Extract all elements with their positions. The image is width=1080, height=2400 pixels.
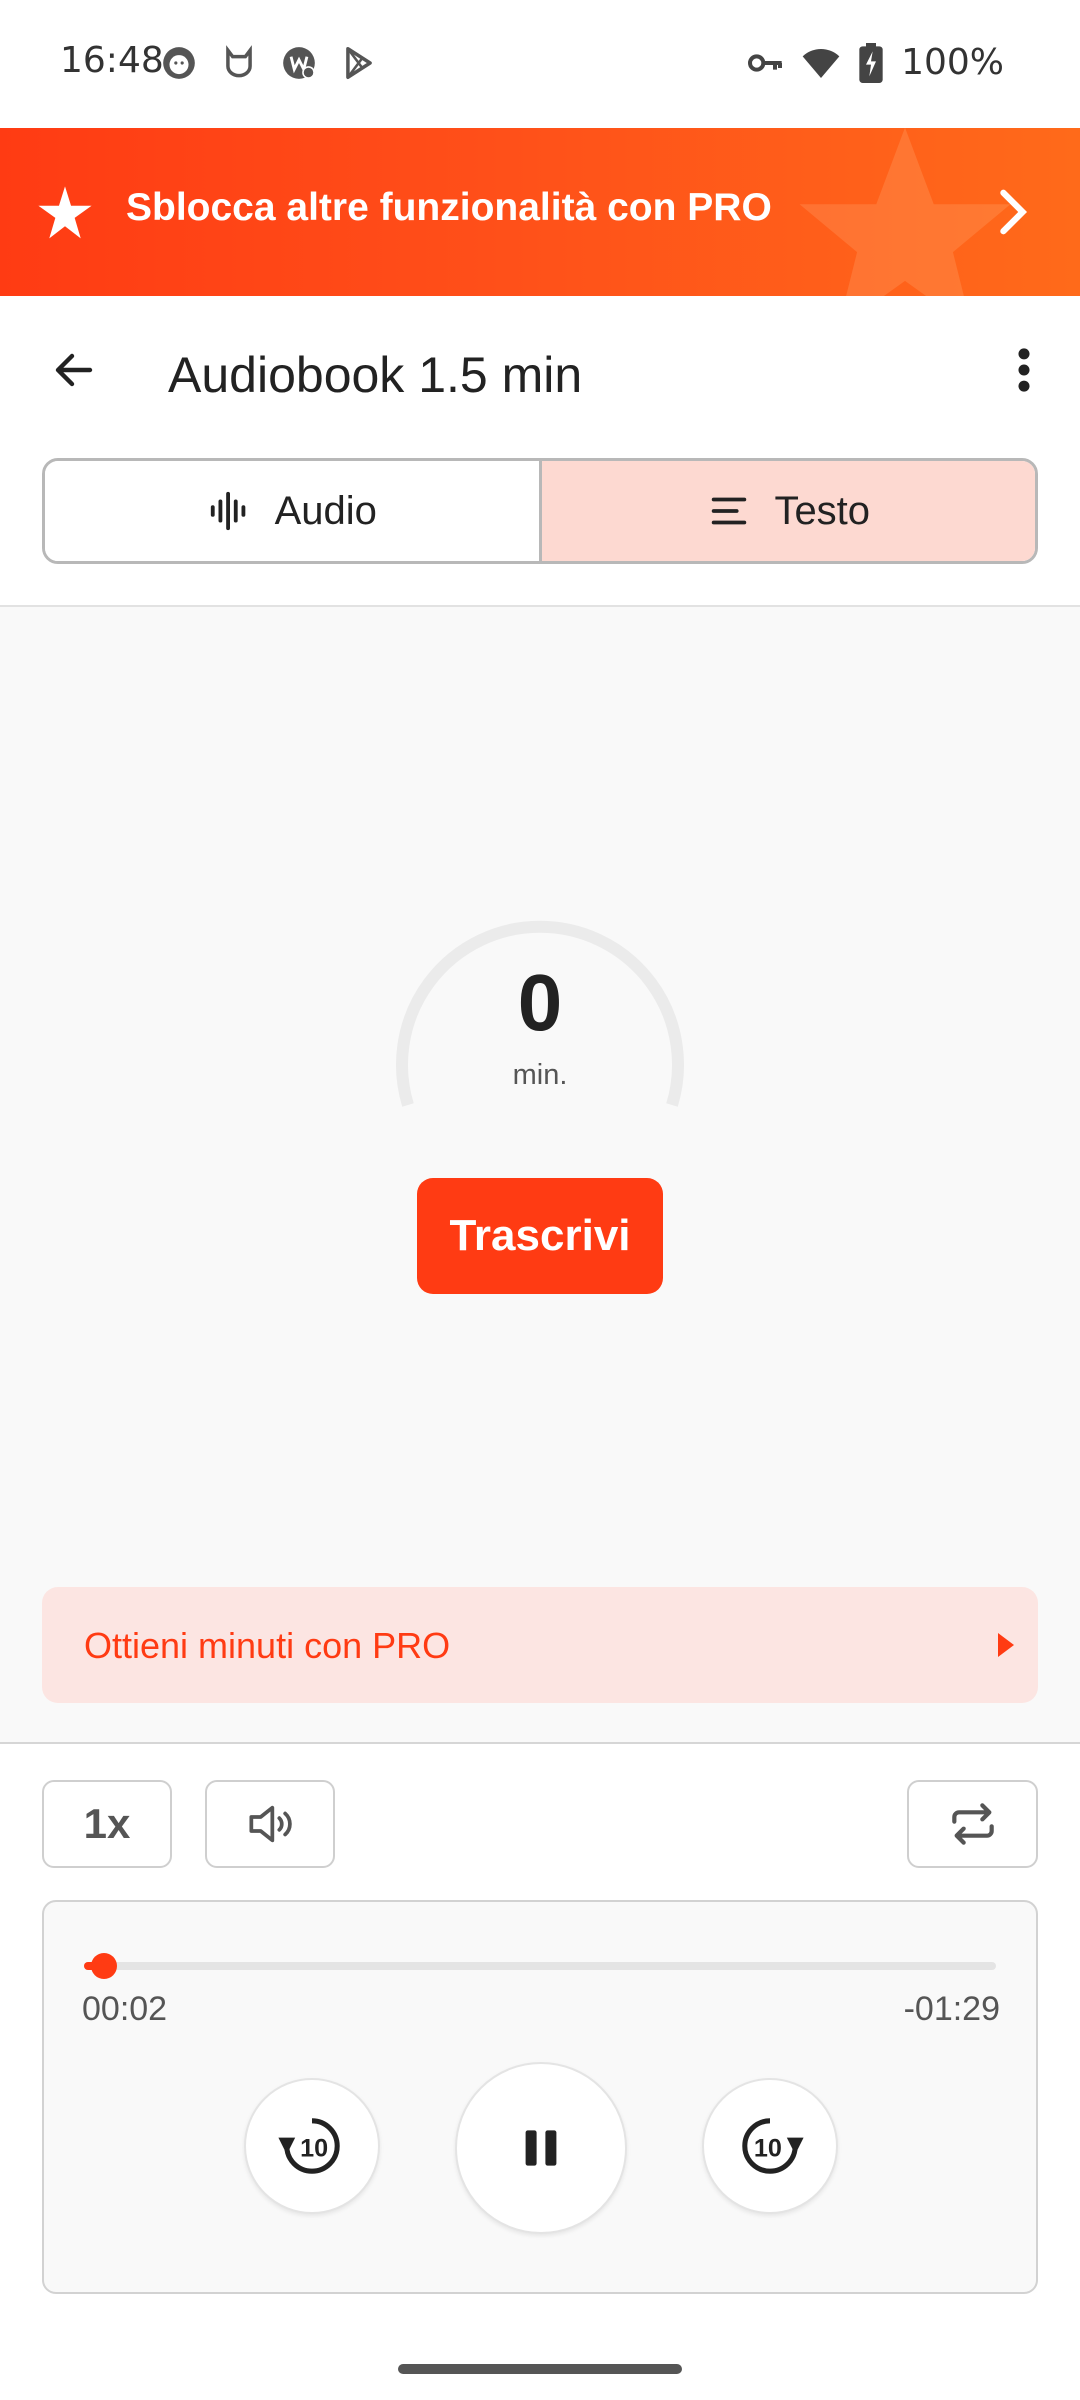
minutes-value: 0 xyxy=(517,958,563,1047)
progress-thumb[interactable] xyxy=(91,1953,118,1979)
remaining-time: -01:29 xyxy=(903,1990,1000,2028)
arrow-back-icon xyxy=(55,353,93,387)
forward-seconds: 10 xyxy=(754,2135,782,2163)
wifi-icon xyxy=(802,48,840,78)
promo-text: Sblocca altre funzionalità con PRO xyxy=(126,186,772,229)
system-icons: 100% xyxy=(745,42,1004,83)
repeat-icon xyxy=(951,1803,994,1845)
battery-percentage: 100% xyxy=(901,42,1004,83)
audio-player: 00:02 -01:29 10 10 xyxy=(42,1900,1038,2294)
get-minutes-pro-text: Ottieni minuti con PRO xyxy=(84,1625,451,1666)
star-icon xyxy=(38,186,92,239)
play-arrow-icon xyxy=(998,1633,1014,1657)
forward-10-button[interactable]: 10 xyxy=(702,2078,838,2214)
tab-audio-label: Audio xyxy=(274,488,377,533)
app-badge-icon xyxy=(283,47,315,79)
pro-promo-banner[interactable]: Sblocca altre funzionalità con PRO xyxy=(0,128,1080,296)
vpn-key-icon xyxy=(748,53,783,72)
text-lines-icon xyxy=(712,497,747,525)
view-toggle: Audio Testo xyxy=(42,458,1038,564)
volume-icon xyxy=(249,1805,292,1843)
forward-10-icon: 10 xyxy=(742,2118,804,2174)
more-options-button[interactable] xyxy=(994,340,1054,400)
divider xyxy=(0,1742,1080,1744)
playback-speed-button[interactable]: 1x xyxy=(42,1780,172,1868)
tab-testo-label: Testo xyxy=(774,488,871,533)
tab-audio[interactable]: Audio xyxy=(45,461,539,561)
pause-icon xyxy=(525,2130,557,2166)
more-vert-icon xyxy=(1018,348,1030,392)
chevron-right-icon xyxy=(1000,189,1028,235)
transcription-panel: 0 min. Trascrivi Ottieni minuti con PRO xyxy=(0,607,1080,1742)
status-bar: 16:48 100% xyxy=(0,0,1080,128)
page-title: Audiobook 1.5 min xyxy=(168,347,583,403)
rewind-10-button[interactable]: 10 xyxy=(244,2078,380,2214)
elapsed-time: 00:02 xyxy=(82,1990,168,2028)
pause-button[interactable] xyxy=(455,2062,627,2234)
waveform-icon xyxy=(210,491,245,531)
cat-notification-icon xyxy=(226,45,252,78)
play-store-icon xyxy=(346,47,372,79)
repeat-button[interactable] xyxy=(907,1780,1038,1868)
home-indicator[interactable] xyxy=(398,2364,682,2374)
get-minutes-pro-bar[interactable]: Ottieni minuti con PRO xyxy=(42,1587,1038,1703)
notification-icons xyxy=(160,44,378,82)
volume-button[interactable] xyxy=(205,1780,335,1868)
battery-charging-icon xyxy=(859,42,883,83)
status-time: 16:48 xyxy=(60,40,164,81)
tab-testo[interactable]: Testo xyxy=(538,461,1035,561)
rewind-seconds: 10 xyxy=(300,2135,328,2163)
face-notification-icon xyxy=(163,47,195,79)
replay-10-icon: 10 xyxy=(278,2118,340,2174)
minutes-unit: min. xyxy=(512,1059,568,1091)
progress-slider[interactable] xyxy=(84,1953,996,1979)
transcribe-button[interactable]: Trascrivi xyxy=(417,1178,663,1294)
decorative-star-icon xyxy=(799,128,1011,296)
app-bar: Audiobook 1.5 min xyxy=(0,296,1080,456)
back-button[interactable] xyxy=(44,340,104,400)
